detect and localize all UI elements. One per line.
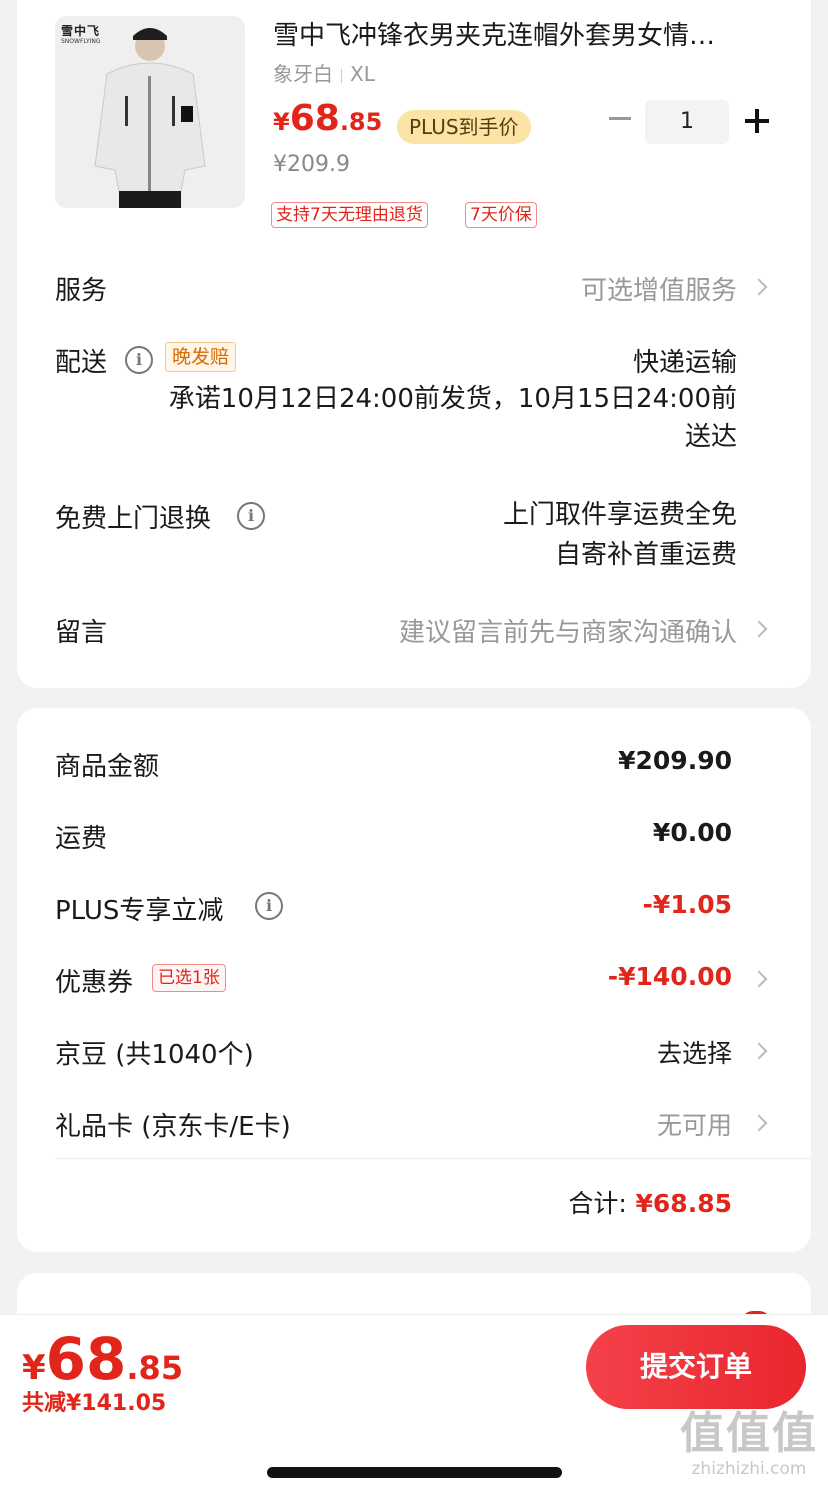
product-thumbnail[interactable]: 雪中飞 SNOWFLYING (55, 16, 245, 208)
brand-subtitle: SNOWFLYING (61, 38, 101, 45)
price-integer: 68 (289, 98, 340, 139)
quantity-input[interactable]: 1 (645, 100, 729, 144)
price-decimal: .85 (339, 108, 383, 136)
amount-divider (55, 1158, 811, 1159)
product-title[interactable]: 雪中飞冲锋衣男夹克连帽外套男女情… (273, 18, 763, 54)
jd-beans-label: 京豆 (共1040个) (55, 1040, 254, 1070)
delivery-info-icon[interactable]: i (125, 346, 153, 374)
total-row: 合计: ¥68.85 (568, 1184, 732, 1220)
product-price: ¥68.85 (273, 98, 382, 139)
delivery-label: 配送 (55, 348, 108, 378)
bottom-price-decimal: .85 (126, 1349, 184, 1387)
shipping-value: ¥0.00 (652, 818, 732, 847)
coupon-chevron-icon[interactable] (750, 970, 768, 988)
coupon-value[interactable]: -¥140.00 (608, 962, 732, 991)
gift-card-value[interactable]: 无可用 (657, 1106, 732, 1142)
brand-logo: 雪中飞 (61, 24, 101, 38)
original-price: ¥209.9 (273, 152, 350, 177)
watermark-url: zhizhizhi.com (691, 1459, 807, 1479)
service-value[interactable]: 可选增值服务 (581, 270, 737, 307)
plus-discount-value: -¥1.05 (642, 890, 732, 919)
product-spec[interactable]: 象牙白 XL (273, 58, 375, 87)
shipping-label: 运费 (55, 824, 108, 854)
delivery-promise: 承诺10月12日24:00前发货，10月15日24:00前送达 (168, 384, 737, 452)
price-currency: ¥ (273, 108, 290, 136)
total-label: 合计: (568, 1189, 627, 1218)
submit-order-button[interactable]: 提交订单 (586, 1325, 806, 1409)
goods-amount-value: ¥209.90 (618, 746, 732, 775)
site-watermark: 值值值 zhizhizhi.com (674, 1408, 824, 1480)
jd-beans-value[interactable]: 去选择 (657, 1034, 732, 1070)
gift-card-label: 礼品卡 (京东卡/E卡) (55, 1112, 291, 1142)
price-protect-tag: 7天价保 (465, 202, 537, 228)
bottom-price-currency: ¥ (22, 1348, 46, 1388)
delivery-method[interactable]: 快递运输 (633, 342, 737, 379)
late-compensation-badge: 晚发赔 (165, 342, 237, 372)
return-service-line1: 上门取件享运费全免 (502, 500, 737, 530)
goods-amount-label: 商品金额 (55, 752, 160, 782)
return-service-label: 免费上门退换 (55, 504, 212, 534)
message-input[interactable]: 建议留言前先与商家沟通确认 (399, 612, 737, 649)
product-color: 象牙白 (273, 62, 333, 86)
amounts-card: 商品金额 ¥209.90 运费 ¥0.00 PLUS专享立减 i -¥1.05 … (17, 708, 811, 1252)
gift-card-chevron-icon[interactable] (750, 1114, 768, 1132)
return-service-line2: 自寄补首重运费 (554, 540, 737, 570)
return-policy-tag: 支持7天无理由退货 (271, 202, 428, 228)
coupon-selected-badge: 已选1张 (152, 964, 226, 992)
total-value: ¥68.85 (635, 1189, 732, 1218)
plus-discount-label: PLUS专享立减 (55, 896, 224, 926)
message-label: 留言 (55, 618, 108, 648)
product-card: 雪中飞 SNOWFLYING 雪中飞冲锋衣男夹克连帽外套男女情… 象牙白 XL ¥… (17, 0, 811, 688)
quantity-increase-button[interactable] (745, 108, 771, 134)
home-indicator[interactable] (267, 1467, 562, 1478)
bottom-price-integer: 68 (45, 1325, 127, 1393)
plus-price-badge: PLUS到手价 (397, 110, 531, 144)
service-chevron-icon[interactable] (750, 278, 768, 296)
total-saved[interactable]: 共减¥141.05 (22, 1385, 166, 1417)
jd-beans-chevron-icon[interactable] (750, 1042, 768, 1060)
quantity-decrease-button[interactable] (605, 96, 635, 140)
service-label: 服务 (55, 276, 108, 306)
product-size: XL (350, 62, 375, 86)
coupon-label: 优惠券 (55, 968, 134, 998)
plus-discount-info-icon[interactable]: i (255, 892, 283, 920)
bottom-total-price: ¥68.85 (22, 1325, 183, 1393)
watermark-logo: 值值值 (680, 1408, 818, 1459)
return-info-icon[interactable]: i (237, 502, 265, 530)
checkout-bar: ¥68.85 共减¥141.05 提交订单 值值值 zhizhizhi.com (0, 1314, 828, 1493)
spec-divider (341, 68, 342, 83)
message-chevron-icon[interactable] (750, 620, 768, 638)
